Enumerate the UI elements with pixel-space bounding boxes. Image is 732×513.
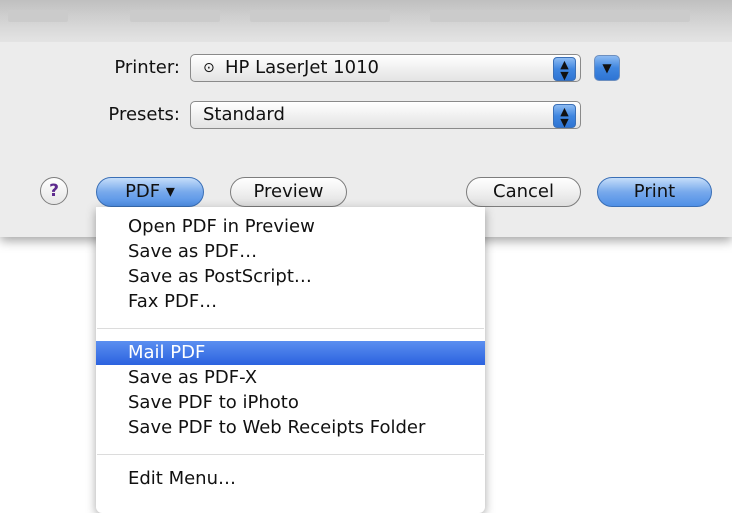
toolbar-ghost-block [8, 10, 68, 22]
presets-select-value: Standard [203, 104, 285, 125]
up-down-arrows-icon: ▲ ▼ [553, 104, 576, 128]
menu-item-save-pdf-to-iphoto[interactable]: Save PDF to iPhoto [96, 391, 485, 415]
help-button[interactable]: ? [40, 177, 68, 205]
menu-item-save-as-pdf[interactable]: Save as PDF… [96, 240, 485, 264]
menu-item-save-pdf-to-web-receipts[interactable]: Save PDF to Web Receipts Folder [96, 416, 485, 440]
menu-item-label: Mail PDF [128, 342, 206, 363]
menu-item-open-pdf-in-preview[interactable]: Open PDF in Preview [96, 215, 485, 239]
toolbar-ghost-block [430, 10, 690, 22]
toolbar-ghost-block [130, 10, 220, 22]
pdf-dropdown-menu: Open PDF in Preview Save as PDF… Save as… [96, 207, 485, 513]
print-dialog-sheet: Printer: ⊙ HP LaserJet 1010 ▲ ▼ ▼ Presets… [0, 0, 732, 237]
pdf-menu-button[interactable]: PDF ▾ [96, 177, 204, 207]
disclosure-down-button[interactable]: ▼ [594, 55, 620, 81]
chevron-down-icon: ▼ [602, 61, 612, 75]
print-button[interactable]: Print [597, 177, 712, 207]
menu-item-fax-pdf[interactable]: Fax PDF… [96, 290, 485, 314]
menu-item-edit-menu[interactable]: Edit Menu… [96, 467, 485, 491]
menu-item-save-as-pdf-x[interactable]: Save as PDF-X [96, 366, 485, 390]
printer-select[interactable]: ⊙ HP LaserJet 1010 ▲ ▼ [190, 54, 581, 82]
menu-item-label: Open PDF in Preview [128, 216, 315, 237]
menu-item-save-as-postscript[interactable]: Save as PostScript… [96, 265, 485, 289]
menu-item-label: Edit Menu… [128, 468, 236, 489]
background-window-toolbar [0, 0, 732, 42]
toolbar-ghost-block [250, 10, 390, 22]
menu-item-label: Fax PDF… [128, 291, 218, 312]
cancel-button[interactable]: Cancel [466, 177, 581, 207]
menu-item-label: Save as PDF-X [128, 367, 258, 388]
presets-label: Presets: [108, 104, 180, 125]
printer-status-icon: ⊙ [203, 60, 215, 76]
menu-item-label: Save PDF to Web Receipts Folder [128, 417, 426, 438]
menu-item-label: Save as PostScript… [128, 266, 312, 287]
printer-select-value: HP LaserJet 1010 [225, 57, 379, 78]
up-down-arrows-icon: ▲ ▼ [553, 57, 576, 81]
menu-item-label: Save PDF to iPhoto [128, 392, 299, 413]
printer-label: Printer: [114, 57, 180, 78]
menu-separator [97, 454, 484, 455]
menu-separator [97, 328, 484, 329]
presets-select[interactable]: Standard ▲ ▼ [190, 101, 581, 129]
preview-button[interactable]: Preview [230, 177, 347, 207]
menu-item-label: Save as PDF… [128, 241, 258, 262]
menu-item-mail-pdf[interactable]: Mail PDF [96, 341, 485, 365]
